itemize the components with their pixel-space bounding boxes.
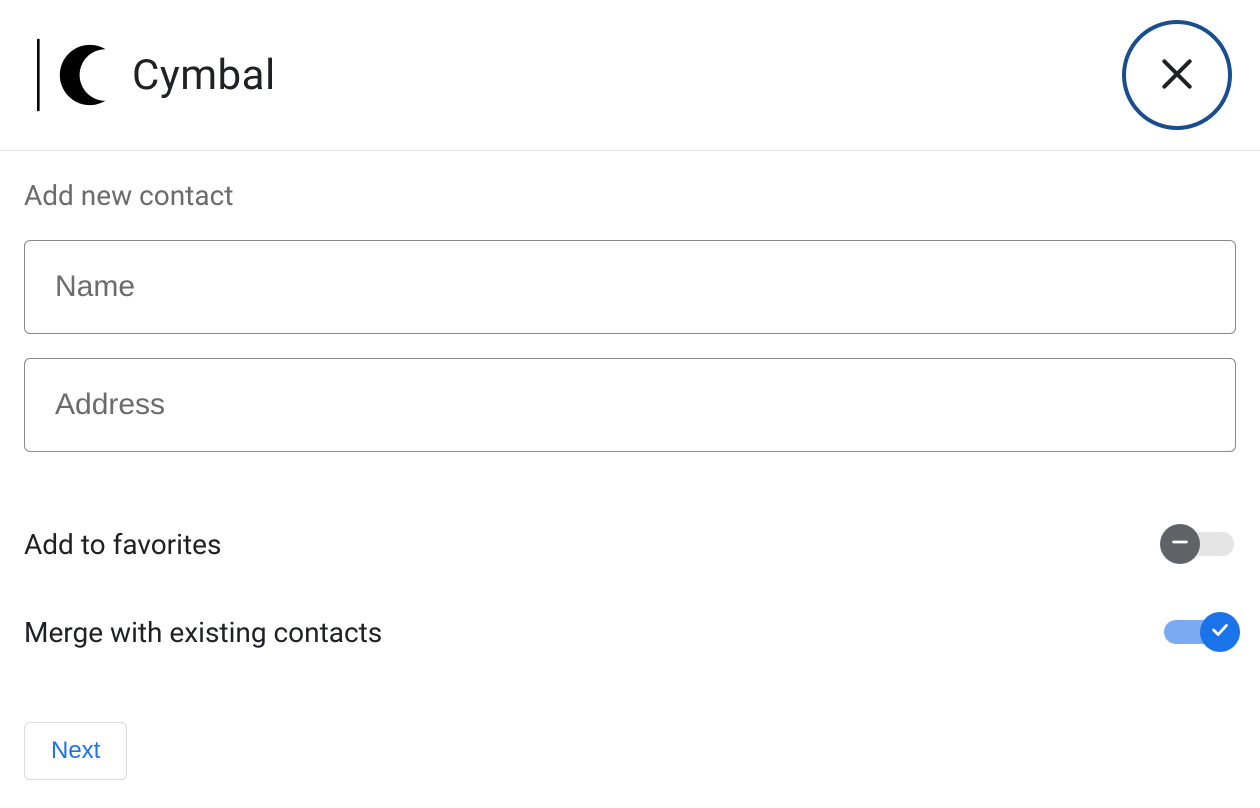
merge-label: Merge with existing contacts: [24, 616, 382, 649]
brand: Cymbal: [28, 32, 276, 118]
address-input[interactable]: [24, 358, 1236, 452]
minus-icon: [1169, 531, 1191, 557]
content: Add new contact Add to favorites Merge w…: [0, 151, 1260, 808]
favorites-row: Add to favorites: [24, 524, 1236, 564]
name-input[interactable]: [24, 240, 1236, 334]
close-icon: [1158, 55, 1196, 96]
favorites-toggle[interactable]: [1164, 524, 1236, 564]
header: Cymbal: [0, 0, 1260, 151]
close-button[interactable]: [1122, 20, 1232, 130]
next-button-label: Next: [51, 737, 100, 764]
merge-row: Merge with existing contacts: [24, 612, 1236, 652]
merge-toggle[interactable]: [1164, 612, 1236, 652]
favorites-label: Add to favorites: [24, 528, 221, 561]
check-icon: [1209, 619, 1231, 645]
section-title: Add new contact: [24, 179, 1236, 212]
toggle-knob: [1160, 524, 1200, 564]
cymbal-logo-icon: [28, 32, 114, 118]
toggle-knob: [1200, 612, 1240, 652]
brand-name: Cymbal: [132, 51, 276, 100]
next-button[interactable]: Next: [24, 722, 127, 780]
